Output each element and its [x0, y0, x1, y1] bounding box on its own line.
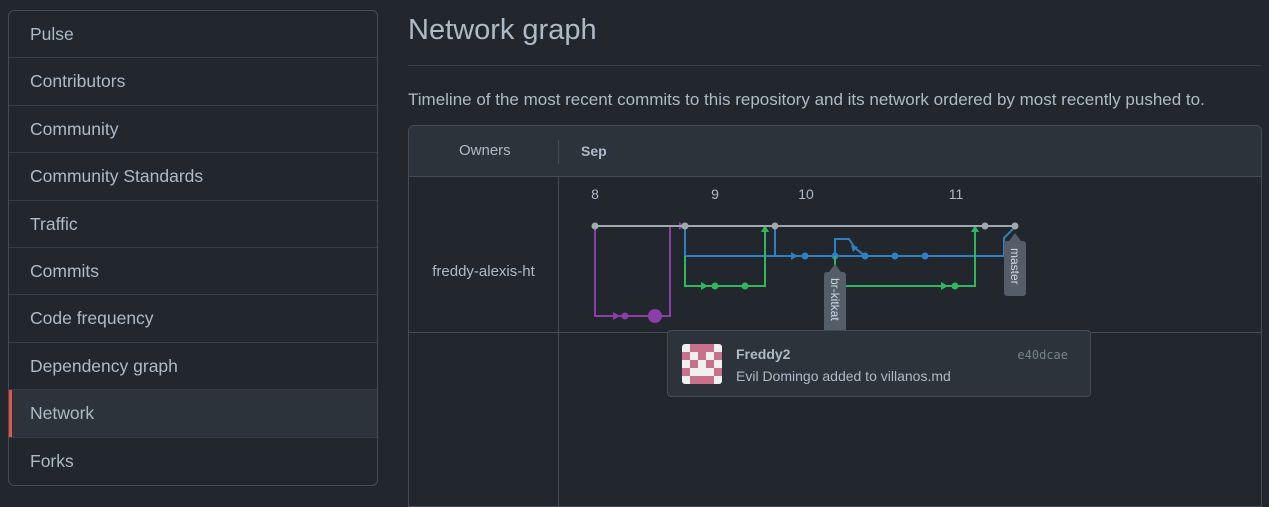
network-graph[interactable]: Owners Sep freddy-alexis-ht 8 9 10 11 br…: [408, 125, 1262, 507]
sidebar-item-traffic[interactable]: Traffic: [9, 201, 377, 248]
sidebar-item-pulse[interactable]: Pulse: [9, 11, 377, 59]
branch-purple: [594, 222, 685, 323]
sidebar-item-network[interactable]: Network: [9, 390, 377, 438]
commit-tooltip: Freddy2 Evil Domingo added to villanos.m…: [667, 330, 1091, 397]
commit-author: Freddy2: [736, 346, 791, 362]
sidebar-item-code-frequency[interactable]: Code frequency: [9, 295, 377, 343]
day-label: 11: [949, 186, 964, 202]
commit-message: Evil Domingo added to villanos.md: [736, 368, 951, 384]
branch-tag-br-kitkat[interactable]: br-kitkat: [824, 264, 846, 332]
branch-tag-master[interactable]: master: [1004, 233, 1026, 296]
day-label: 9: [711, 186, 719, 202]
sidebar-item-dependency-graph[interactable]: Dependency graph: [9, 343, 377, 391]
branch-blue: [684, 226, 1014, 260]
sidebar-item-community-standards[interactable]: Community Standards: [9, 153, 377, 201]
day-label: 8: [591, 186, 599, 202]
commit-graph-canvas[interactable]: 8 9 10 11 br-kitkat master: [409, 126, 1261, 506]
commit-sha[interactable]: e40dcae: [1017, 348, 1068, 362]
day-label: 10: [798, 186, 814, 202]
branch-tag-label: br-kitkat: [828, 278, 842, 321]
sidebar-item-community[interactable]: Community: [9, 106, 377, 154]
page-title: Network graph: [408, 14, 597, 46]
author-avatar: [682, 344, 722, 384]
branch-tag-label: master: [1008, 248, 1022, 285]
title-divider: [408, 65, 1261, 66]
page-description: Timeline of the most recent commits to t…: [408, 90, 1205, 109]
repo-insights-sidebar: Pulse Contributors Community Community S…: [8, 10, 378, 486]
sidebar-item-contributors[interactable]: Contributors: [9, 58, 377, 106]
branch-master: [591, 222, 1019, 230]
sidebar-item-commits[interactable]: Commits: [9, 248, 377, 296]
sidebar-item-forks[interactable]: Forks: [9, 438, 377, 485]
